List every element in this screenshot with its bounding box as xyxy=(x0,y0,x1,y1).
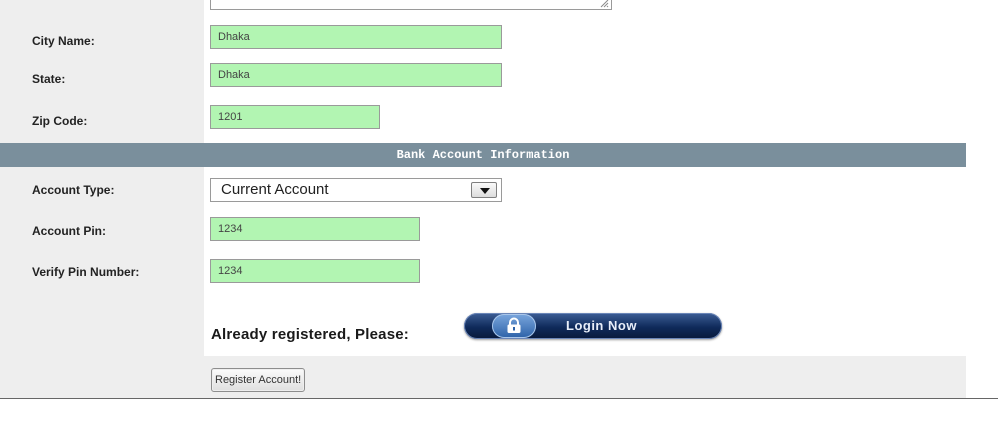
account-type-select[interactable]: Current Account xyxy=(210,178,502,202)
zip-label: Zip Code: xyxy=(32,114,88,128)
state-input[interactable] xyxy=(210,63,502,87)
lock-badge xyxy=(492,314,536,338)
register-account-button[interactable]: Register Account! xyxy=(211,368,306,392)
verify-pin-input[interactable] xyxy=(210,259,420,283)
account-pin-label: Account Pin: xyxy=(32,224,106,238)
page-divider xyxy=(0,398,998,399)
resize-grip-icon[interactable] xyxy=(600,0,609,8)
address-textarea[interactable] xyxy=(210,0,612,10)
verify-pin-label: Verify Pin Number: xyxy=(32,265,140,279)
city-input[interactable] xyxy=(210,25,502,49)
zip-input[interactable] xyxy=(210,105,380,129)
chevron-down-icon[interactable] xyxy=(471,182,497,198)
account-type-selected-value: Current Account xyxy=(221,181,329,198)
state-label: State: xyxy=(32,72,66,86)
login-now-label: Login Now xyxy=(566,318,637,333)
lock-icon xyxy=(507,317,521,333)
account-pin-input[interactable] xyxy=(210,217,420,241)
registration-form: City Name: State: Zip Code: Bank Account… xyxy=(0,0,966,398)
login-now-button[interactable]: Login Now xyxy=(464,313,722,339)
label-column xyxy=(0,0,204,398)
already-registered-text: Already registered, Please: xyxy=(211,326,409,343)
account-type-label: Account Type: xyxy=(32,183,115,197)
city-label: City Name: xyxy=(32,34,95,48)
bank-account-section-header: Bank Account Information xyxy=(0,143,966,167)
submit-row xyxy=(0,356,966,398)
